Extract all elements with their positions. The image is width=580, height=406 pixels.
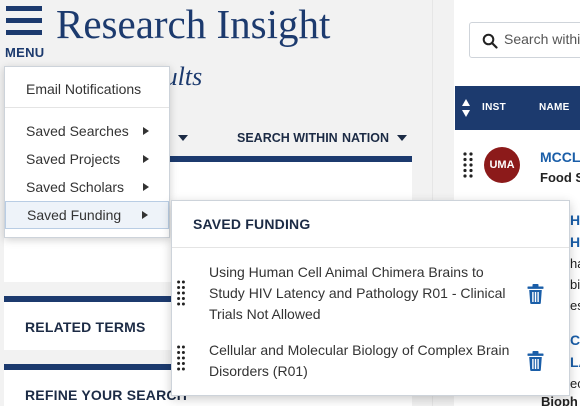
menu-item-email-notifications[interactable]: Email Notifications <box>5 76 169 102</box>
saved-funding-title-link[interactable]: Cellular and Molecular Biology of Comple… <box>209 340 519 382</box>
chevron-down-icon <box>178 135 188 141</box>
chevron-down-icon <box>397 135 407 141</box>
column-header-inst[interactable]: INST <box>482 102 506 113</box>
filter-dropdown[interactable] <box>170 128 188 148</box>
search-within-input[interactable] <box>504 31 580 47</box>
sort-icon[interactable] <box>461 98 471 118</box>
column-header-name[interactable]: NAME <box>539 102 570 113</box>
saved-funding-title-link[interactable]: Using Human Cell Animal Chimera Brains t… <box>209 262 519 325</box>
saved-funding-item[interactable]: Cellular and Molecular Biology of Comple… <box>172 340 569 384</box>
main-menu-dropdown: Email Notifications Saved Searches Saved… <box>4 66 170 238</box>
trash-icon[interactable] <box>527 351 544 371</box>
drag-handle-icon[interactable] <box>177 345 185 373</box>
menu-item-saved-searches[interactable]: Saved Searches <box>5 118 169 144</box>
chevron-right-icon <box>143 183 149 191</box>
menu-divider <box>5 107 169 108</box>
institution-avatar: UMA <box>484 147 520 183</box>
clipped-text: LA <box>570 354 580 370</box>
chevron-right-icon <box>143 155 149 163</box>
search-within-field[interactable] <box>469 22 580 58</box>
search-within-button[interactable]: SEARCH WITHIN <box>237 128 338 148</box>
refine-search-title: REFINE YOUR SEARCH <box>25 387 188 403</box>
menu-item-label: Saved Searches <box>26 123 129 139</box>
menu-item-label: Saved Scholars <box>26 179 125 195</box>
search-within-label: SEARCH WITHIN <box>237 131 338 145</box>
menu-item-label: Saved Projects <box>26 151 121 167</box>
menu-item-label: Saved Funding <box>27 207 122 223</box>
chevron-right-icon <box>142 211 148 219</box>
nation-label: NATION <box>342 131 389 145</box>
menu-item-saved-funding[interactable]: Saved Funding <box>5 201 169 229</box>
clipped-text: es <box>570 298 580 313</box>
drag-handle-icon[interactable] <box>463 152 473 180</box>
clipped-text: bi <box>570 277 580 292</box>
menu-item-label: Email Notifications <box>26 81 142 97</box>
clipped-text: CA <box>570 332 580 348</box>
trash-icon[interactable] <box>527 284 544 304</box>
table-header: INST NAME <box>455 86 580 130</box>
menu-item-saved-projects[interactable]: Saved Projects <box>5 146 169 172</box>
result-subtitle: Food S <box>540 170 580 185</box>
clipped-text: HA <box>570 212 580 228</box>
result-name-link[interactable]: MCCL <box>540 149 580 165</box>
brand-title[interactable]: Research Insight <box>56 0 330 48</box>
clipped-text: HC <box>570 234 580 250</box>
saved-funding-title: SAVED FUNDING <box>193 216 311 232</box>
saved-funding-flyout: SAVED FUNDING Using Human Cell Animal Ch… <box>171 200 570 396</box>
search-icon <box>482 33 498 49</box>
saved-funding-item[interactable]: Using Human Cell Animal Chimera Brains t… <box>172 262 569 327</box>
menu-label: MENU <box>5 45 45 60</box>
related-terms-title: RELATED TERMS <box>25 319 146 335</box>
menu-item-saved-scholars[interactable]: Saved Scholars <box>5 174 169 200</box>
clipped-text: ec <box>570 376 580 391</box>
flyout-divider <box>172 247 569 248</box>
clipped-text: ha <box>570 256 580 271</box>
chevron-right-icon <box>143 127 149 135</box>
drag-handle-icon[interactable] <box>177 280 185 308</box>
menu-button[interactable]: MENU <box>4 4 45 60</box>
nation-dropdown[interactable]: NATION <box>342 128 407 148</box>
